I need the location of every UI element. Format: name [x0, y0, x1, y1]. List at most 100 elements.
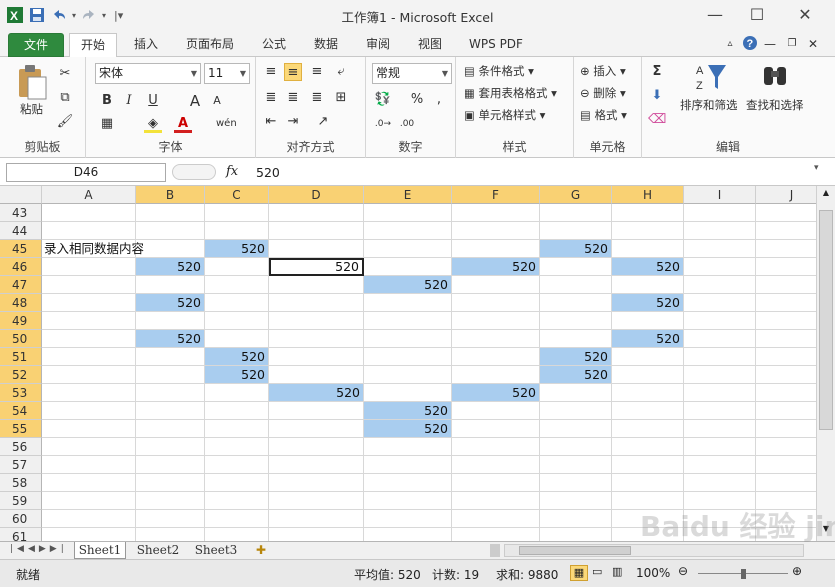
cell-c51[interactable]: 520	[205, 348, 269, 366]
workbook-restore-button[interactable]: ❐	[786, 33, 798, 57]
cell-e46[interactable]	[364, 258, 452, 276]
cell-c56[interactable]	[205, 438, 269, 456]
align-right-icon[interactable]: ≣	[308, 89, 326, 107]
cell-f55[interactable]	[452, 420, 540, 438]
increase-decimal-icon[interactable]: .0→	[374, 115, 392, 133]
row-header-45[interactable]: 45	[0, 240, 42, 258]
align-left-icon[interactable]: ≣	[262, 89, 280, 107]
orientation-icon[interactable]: ↗	[314, 113, 332, 131]
row-header-48[interactable]: 48	[0, 294, 42, 312]
cell-e59[interactable]	[364, 492, 452, 510]
cell-c43[interactable]	[205, 204, 269, 222]
row-header-52[interactable]: 52	[0, 366, 42, 384]
row-header-46[interactable]: 46	[0, 258, 42, 276]
horizontal-scroll-thumb[interactable]	[519, 546, 631, 555]
row-header-49[interactable]: 49	[0, 312, 42, 330]
cell-f51[interactable]	[452, 348, 540, 366]
cell-a46[interactable]	[42, 258, 136, 276]
table-format-button[interactable]: ▦ 套用表格格式 ▾	[464, 85, 557, 101]
cell-g50[interactable]	[540, 330, 612, 348]
cell-d47[interactable]	[269, 276, 364, 294]
cell-a44[interactable]	[42, 222, 136, 240]
cell-a58[interactable]	[42, 474, 136, 492]
cell-c58[interactable]	[205, 474, 269, 492]
cell-d61[interactable]	[269, 528, 364, 541]
cell-c54[interactable]	[205, 402, 269, 420]
cell-d46[interactable]: 520	[269, 258, 364, 276]
cell-g43[interactable]	[540, 204, 612, 222]
row-header-50[interactable]: 50	[0, 330, 42, 348]
cell-h47[interactable]	[612, 276, 684, 294]
cell-b59[interactable]	[136, 492, 205, 510]
cell-d43[interactable]	[269, 204, 364, 222]
sheet-tab-3[interactable]: Sheet3	[190, 542, 242, 559]
cell-f47[interactable]	[452, 276, 540, 294]
tab-review[interactable]: 审阅	[360, 33, 396, 57]
cell-f45[interactable]	[452, 240, 540, 258]
cell-i51[interactable]	[684, 348, 756, 366]
cell-h51[interactable]	[612, 348, 684, 366]
column-header-h[interactable]: H	[612, 186, 684, 204]
cell-g46[interactable]	[540, 258, 612, 276]
cell-b61[interactable]	[136, 528, 205, 541]
cell-c45[interactable]: 520	[205, 240, 269, 258]
column-header-e[interactable]: E	[364, 186, 452, 204]
column-header-a[interactable]: A	[42, 186, 136, 204]
cell-g60[interactable]	[540, 510, 612, 528]
cell-i53[interactable]	[684, 384, 756, 402]
column-header-d[interactable]: D	[269, 186, 364, 204]
column-header-c[interactable]: C	[205, 186, 269, 204]
new-sheet-icon[interactable]: ✚	[250, 542, 272, 559]
cell-h49[interactable]	[612, 312, 684, 330]
cell-h57[interactable]	[612, 456, 684, 474]
cell-a54[interactable]	[42, 402, 136, 420]
normal-view-icon[interactable]: ▦	[570, 565, 588, 581]
cell-b53[interactable]	[136, 384, 205, 402]
cell-c47[interactable]	[205, 276, 269, 294]
column-header-f[interactable]: F	[452, 186, 540, 204]
cell-c46[interactable]	[205, 258, 269, 276]
row-header-58[interactable]: 58	[0, 474, 42, 492]
workbook-close-button[interactable]: ✕	[806, 33, 820, 57]
cell-e56[interactable]	[364, 438, 452, 456]
cell-g47[interactable]	[540, 276, 612, 294]
grow-font-button[interactable]: A	[186, 92, 204, 110]
cell-h53[interactable]	[612, 384, 684, 402]
row-header-56[interactable]: 56	[0, 438, 42, 456]
cell-e45[interactable]	[364, 240, 452, 258]
cell-h52[interactable]	[612, 366, 684, 384]
cell-f46[interactable]: 520	[452, 258, 540, 276]
cell-f59[interactable]	[452, 492, 540, 510]
cell-a60[interactable]	[42, 510, 136, 528]
cell-f48[interactable]	[452, 294, 540, 312]
cell-e54[interactable]: 520	[364, 402, 452, 420]
row-header-53[interactable]: 53	[0, 384, 42, 402]
expand-formula-bar-icon[interactable]: ▾	[814, 163, 819, 173]
cell-e58[interactable]	[364, 474, 452, 492]
cell-f50[interactable]	[452, 330, 540, 348]
page-break-view-icon[interactable]: ▥	[612, 565, 622, 578]
ribbon-collapse-icon[interactable]: ▵	[722, 33, 738, 57]
cell-e53[interactable]	[364, 384, 452, 402]
cell-g61[interactable]	[540, 528, 612, 541]
paste-button[interactable]: 粘贴	[20, 101, 43, 117]
format-cells-button[interactable]: ▤ 格式 ▾	[580, 107, 627, 123]
tab-data[interactable]: 数据	[308, 33, 344, 57]
comma-style-icon[interactable]: ,	[430, 91, 448, 109]
border-icon[interactable]: ▦	[98, 115, 116, 133]
wrap-text-icon[interactable]: ⤶	[332, 63, 350, 81]
cell-d58[interactable]	[269, 474, 364, 492]
cell-a59[interactable]	[42, 492, 136, 510]
cell-h58[interactable]	[612, 474, 684, 492]
zoom-level[interactable]: 100%	[636, 566, 670, 580]
cell-a47[interactable]	[42, 276, 136, 294]
cell-f53[interactable]: 520	[452, 384, 540, 402]
cell-i43[interactable]	[684, 204, 756, 222]
cell-styles-button[interactable]: ▣ 单元格样式 ▾	[464, 107, 545, 123]
insert-function-icon[interactable]: fx	[226, 164, 238, 179]
cell-c57[interactable]	[205, 456, 269, 474]
cell-d55[interactable]	[269, 420, 364, 438]
italic-button[interactable]: I	[120, 92, 138, 110]
cell-f58[interactable]	[452, 474, 540, 492]
cell-e57[interactable]	[364, 456, 452, 474]
